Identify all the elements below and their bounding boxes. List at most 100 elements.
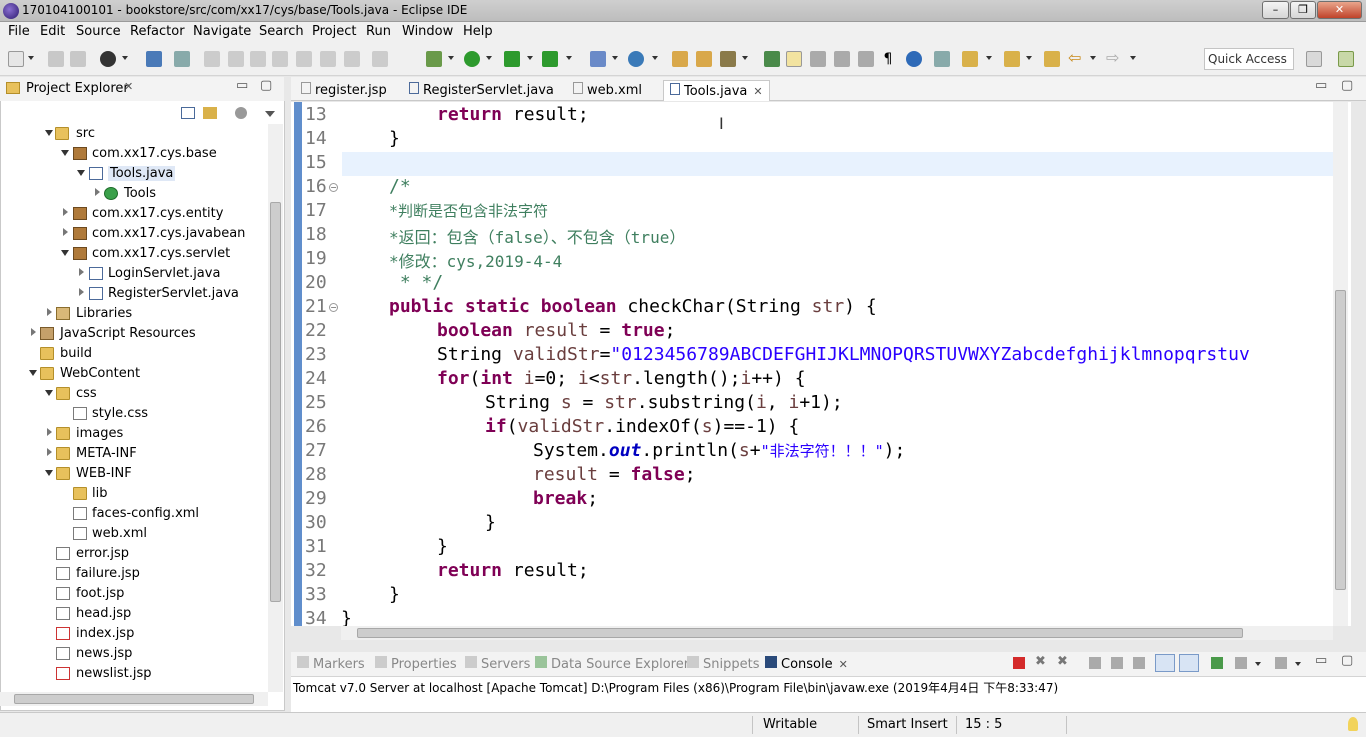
menu-refactor[interactable]: Refactor [130, 24, 185, 39]
project-explorer-hscroll[interactable] [0, 692, 268, 706]
expand-icon[interactable] [79, 268, 84, 276]
expand-icon[interactable] [45, 470, 53, 476]
expand-icon[interactable] [61, 150, 69, 156]
maximize-view-icon[interactable]: ▢ [260, 78, 272, 93]
close-view-icon[interactable]: ✕ [124, 80, 133, 93]
previous-annotation-icon[interactable] [1004, 51, 1020, 67]
step-into-icon[interactable] [296, 51, 312, 67]
expand-icon[interactable] [45, 390, 53, 396]
expand-icon[interactable] [77, 170, 85, 176]
menu-help[interactable]: Help [463, 24, 493, 39]
menu-project[interactable]: Project [312, 24, 356, 39]
tab-data-source-explorer[interactable]: Data Source Explorer [535, 656, 689, 672]
view-dropdown-icon[interactable] [265, 111, 275, 117]
external-tools-dropdown-icon[interactable] [566, 56, 572, 60]
debug-perspective-icon[interactable] [100, 51, 116, 67]
scroll-thumb[interactable] [357, 628, 1243, 638]
resume-icon[interactable] [204, 51, 220, 67]
new-class-icon[interactable] [628, 51, 644, 67]
close-tab-icon[interactable]: ✕ [753, 85, 762, 98]
display-console-icon[interactable] [1235, 657, 1247, 669]
open-console-dropdown-icon[interactable] [1295, 662, 1301, 666]
debug-run-dropdown-icon[interactable] [448, 56, 454, 60]
debug-dropdown-icon[interactable] [122, 56, 128, 60]
step-over-icon[interactable] [320, 51, 336, 67]
open-console-icon[interactable] [1275, 657, 1287, 669]
maximize-button[interactable]: ❐ [1290, 1, 1316, 19]
close-tab-icon[interactable]: ✕ [839, 658, 848, 671]
last-edit-icon[interactable] [1044, 51, 1060, 67]
disconnect-icon[interactable] [272, 51, 288, 67]
tab-registerservlet-java[interactable]: RegisterServlet.java [403, 80, 560, 101]
scroll-lock-icon[interactable] [1111, 657, 1123, 669]
previous-annotation-dropdown-icon[interactable] [1026, 56, 1032, 60]
debug-icon[interactable] [426, 51, 442, 67]
new-class-dropdown-icon[interactable] [652, 56, 658, 60]
link-with-editor-icon[interactable] [203, 107, 217, 119]
quick-access-field[interactable]: Quick Access [1204, 48, 1294, 70]
expand-icon[interactable] [63, 228, 68, 236]
show-on-stdout-icon[interactable] [1155, 654, 1175, 672]
next-annotation-dropdown-icon[interactable] [986, 56, 992, 60]
tab-markers[interactable]: Markers [297, 656, 365, 672]
menu-run[interactable]: Run [366, 24, 391, 39]
annotation-icon[interactable] [764, 51, 780, 67]
pilcrow-icon[interactable]: ¶ [880, 51, 896, 67]
java-ee-perspective-icon[interactable] [1338, 51, 1354, 67]
suspend-icon[interactable] [228, 51, 244, 67]
pin-console-icon[interactable] [1211, 657, 1223, 669]
new-java-project-dropdown-icon[interactable] [612, 56, 618, 60]
close-button[interactable]: ✕ [1317, 1, 1362, 19]
mark-occurrences-icon[interactable] [810, 51, 826, 67]
display-console-dropdown-icon[interactable] [1255, 662, 1261, 666]
tips-lightbulb-icon[interactable] [1348, 717, 1358, 731]
forward-dropdown-icon[interactable] [1130, 56, 1136, 60]
menu-window[interactable]: Window [402, 24, 453, 39]
search-tool-icon[interactable] [720, 51, 736, 67]
expand-icon[interactable] [95, 188, 100, 196]
project-explorer-tab[interactable]: Project Explorer [26, 81, 129, 96]
block-selection-icon[interactable] [834, 51, 850, 67]
save-all-icon[interactable] [70, 51, 86, 67]
minimize-view-icon[interactable]: ▭ [236, 78, 248, 93]
show-whitespace-icon[interactable] [858, 51, 874, 67]
back-dropdown-icon[interactable] [1090, 56, 1096, 60]
terminal-icon[interactable] [146, 51, 162, 67]
remove-all-launches-icon[interactable]: ✖ [1057, 654, 1068, 669]
remove-launch-icon[interactable]: ✖ [1035, 654, 1046, 669]
menu-navigate[interactable]: Navigate [193, 24, 251, 39]
run-dropdown-icon[interactable] [486, 56, 492, 60]
tab-servers[interactable]: Servers [465, 656, 530, 672]
open-task-icon[interactable] [696, 51, 712, 67]
expand-icon[interactable] [29, 370, 37, 376]
expand-icon[interactable] [79, 288, 84, 296]
editor-vscroll[interactable] [1333, 102, 1348, 626]
new-java-project-icon[interactable] [590, 51, 606, 67]
code-editor[interactable]: 13 14 15 16 17 18 19 20 21 22 23 24 25 2… [291, 102, 1351, 626]
menu-file[interactable]: File [8, 24, 30, 39]
terminate-icon[interactable] [250, 51, 266, 67]
console-output[interactable]: Tomcat v7.0 Server at localhost [Apache … [291, 676, 1366, 712]
open-perspective-icon[interactable] [1306, 51, 1322, 67]
tab-register-jsp[interactable]: register.jsp [295, 80, 393, 101]
fold-method-icon[interactable]: − [329, 303, 338, 312]
word-wrap-icon[interactable] [1133, 657, 1145, 669]
scroll-thumb[interactable] [270, 202, 281, 602]
step-return-icon[interactable] [344, 51, 360, 67]
search-tool-dropdown-icon[interactable] [742, 56, 748, 60]
clear-console-icon[interactable] [1089, 657, 1101, 669]
scroll-thumb[interactable] [1335, 290, 1346, 590]
scroll-thumb[interactable] [14, 694, 254, 704]
highlight-icon[interactable] [786, 51, 802, 67]
open-type-icon[interactable] [672, 51, 688, 67]
collapse-all-icon[interactable] [181, 107, 195, 119]
toggle-breadcrumb-icon[interactable] [934, 51, 950, 67]
maximize-console-icon[interactable]: ▢ [1341, 653, 1353, 668]
expand-icon[interactable] [47, 448, 52, 456]
expand-icon[interactable] [47, 308, 52, 316]
tab-snippets[interactable]: Snippets [687, 656, 759, 672]
back-icon[interactable]: ⇦ [1068, 50, 1084, 67]
tab-web-xml[interactable]: web.xml [567, 80, 648, 101]
globe-icon[interactable] [906, 51, 922, 67]
expand-icon[interactable] [31, 328, 36, 336]
